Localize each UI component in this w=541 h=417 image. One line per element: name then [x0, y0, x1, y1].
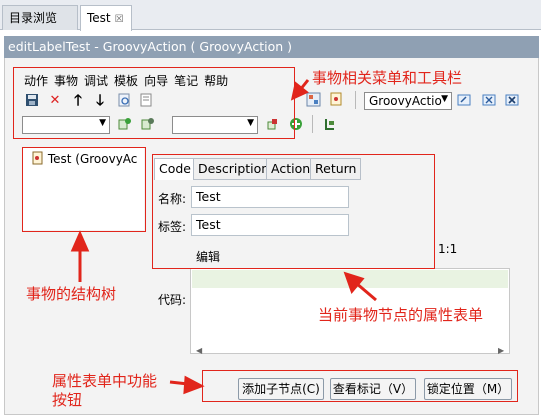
buttons-annotation-line1: 属性表单中功能 [52, 372, 158, 390]
arrowhead-tree [70, 230, 90, 252]
arrowhead-buttons [183, 375, 205, 395]
annotation-arrows [70, 79, 377, 395]
menu-toolbar-annotation: 事物相关菜单和工具栏 [312, 69, 463, 87]
arrow-to-form [355, 281, 377, 302]
tree-annotation: 事物的结构树 [26, 285, 117, 303]
arrowhead-form [343, 271, 365, 294]
form-annotation: 当前事物节点的属性表单 [318, 306, 484, 324]
buttons-annotation-line2: 按钮 [52, 391, 83, 409]
